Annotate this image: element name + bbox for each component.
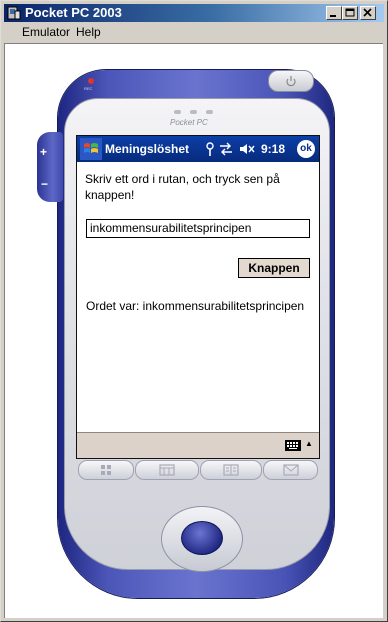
maximize-button[interactable] — [342, 6, 358, 20]
app-icon — [7, 6, 21, 20]
sync-arrows-icon[interactable] — [219, 142, 233, 156]
envelope-icon — [282, 464, 299, 476]
menu-help[interactable]: Help — [76, 25, 101, 40]
speaker-hole — [190, 110, 197, 114]
ok-button[interactable]: ok — [297, 140, 315, 158]
close-button[interactable] — [360, 6, 376, 20]
bottom-menu-bar: ▲ — [77, 432, 319, 458]
speaker-hole — [206, 110, 213, 114]
keyboard-icon[interactable] — [285, 440, 301, 451]
volume-rocker[interactable] — [37, 132, 63, 202]
knappen-button[interactable]: Knappen — [238, 258, 310, 278]
power-icon — [286, 76, 296, 87]
brand-logo: Pocket PC — [170, 118, 208, 127]
hardware-button-contacts[interactable] — [200, 460, 262, 480]
volume-down-icon[interactable]: − — [41, 178, 48, 190]
action-button[interactable] — [181, 521, 223, 555]
rec-label: REC — [84, 86, 93, 91]
volume-up-icon[interactable]: + — [40, 146, 47, 158]
title-bar[interactable]: Pocket PC 2003 — [4, 4, 384, 22]
antenna-icon[interactable] — [205, 142, 215, 156]
windows-flag-icon[interactable] — [80, 138, 102, 160]
window-title: Pocket PC 2003 — [25, 5, 122, 20]
speaker-hole — [174, 110, 181, 114]
result-text: Ordet var: inkommensurabilitetsprincipen — [86, 299, 305, 313]
calendar-icon — [159, 464, 175, 476]
app-title: Meningslöshet — [105, 142, 190, 156]
hardware-button-calendar[interactable] — [135, 460, 199, 480]
device-screen: Meningslöshet 9:18 ok Skriv ett ord i ru… — [76, 135, 320, 459]
minimize-button[interactable] — [326, 6, 342, 20]
maximize-icon — [345, 8, 355, 17]
contacts-icon — [223, 464, 239, 476]
menu-emulator[interactable]: Emulator — [22, 25, 70, 40]
hardware-buttons — [78, 460, 318, 480]
minimize-icon — [330, 15, 336, 17]
hardware-button-start[interactable] — [78, 460, 134, 480]
power-button[interactable] — [268, 70, 314, 92]
navigation-bar: Meningslöshet 9:18 ok — [77, 136, 319, 162]
menu-bar: Emulator Help — [4, 23, 384, 42]
input-menu-arrow-icon[interactable]: ▲ — [305, 439, 313, 449]
hardware-button-inbox[interactable] — [263, 460, 318, 480]
close-icon — [363, 8, 372, 17]
instruction-text: Skriv ett ord i rutan, och tryck sen på … — [85, 172, 280, 202]
clock[interactable]: 9:18 — [261, 142, 285, 156]
record-button[interactable] — [88, 78, 94, 84]
windows-logo-icon — [101, 465, 111, 475]
word-input[interactable]: inkommensurabilitetsprincipen — [86, 219, 310, 238]
speaker-muted-icon[interactable] — [239, 142, 255, 156]
